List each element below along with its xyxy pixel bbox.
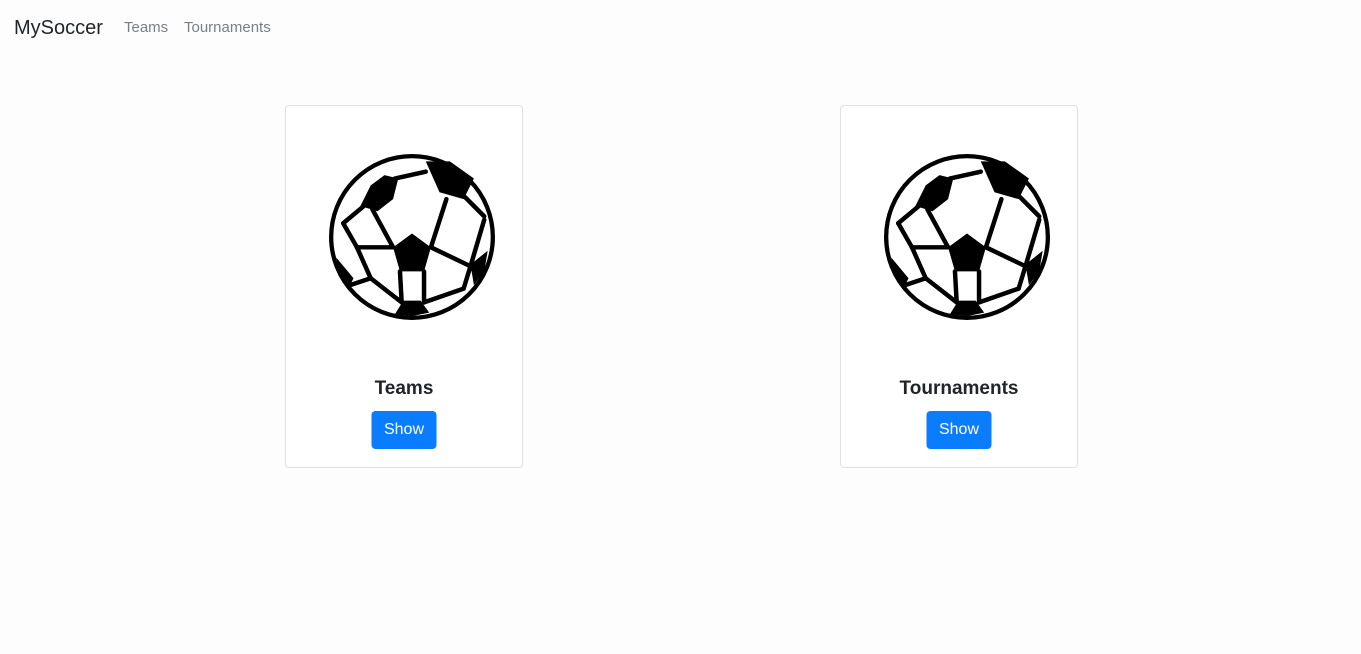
soccer-ball-icon [329, 154, 495, 320]
nav-link-teams[interactable]: Teams [124, 18, 168, 38]
brand-link[interactable]: MySoccer [14, 15, 103, 41]
show-teams-button[interactable]: Show [371, 411, 437, 449]
nav-link-tournaments[interactable]: Tournaments [184, 18, 271, 38]
card-title: Tournaments [899, 378, 1019, 399]
soccer-ball-icon [884, 154, 1050, 320]
tournaments-card: Tournaments Show [840, 105, 1078, 468]
navbar: MySoccer Teams Tournaments [0, 0, 1361, 56]
show-tournaments-button[interactable]: Show [926, 411, 992, 449]
teams-card: Teams Show [285, 105, 523, 468]
card-title: Teams [374, 378, 434, 399]
